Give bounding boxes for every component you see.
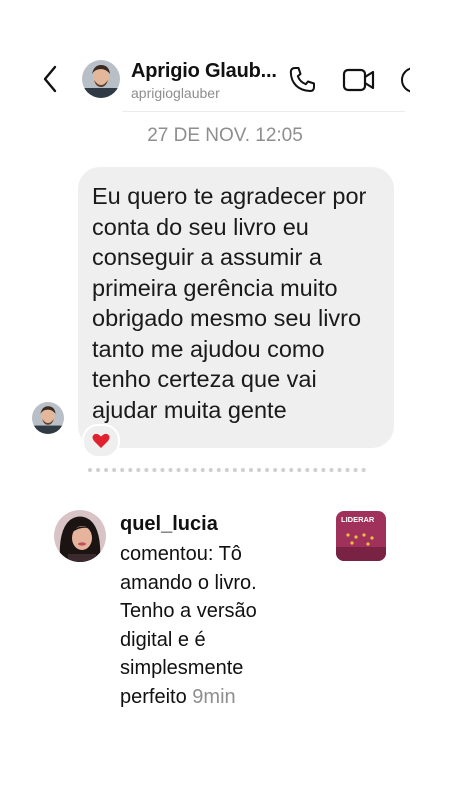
chevron-left-icon — [43, 65, 57, 93]
sender-avatar[interactable] — [32, 402, 64, 434]
info-button[interactable] — [398, 64, 410, 96]
comment-line: Tenho a versão — [120, 600, 257, 622]
shared-comment[interactable]: quel_lucia comentou: Tô amando o livro. … — [0, 505, 450, 725]
contact-avatar[interactable] — [82, 60, 120, 98]
video-call-button[interactable] — [341, 64, 377, 96]
message-line: Eu quero te agradecer por — [92, 183, 367, 209]
message-bubble[interactable]: Eu quero te agradecer por conta do seu l… — [78, 167, 394, 448]
message-line: tenho certeza que vai — [92, 366, 317, 392]
message-line: conseguir a assumir a — [92, 244, 322, 270]
message-line: ajudar muita gente — [92, 396, 287, 423]
comment-line-last: perfeito 9min — [120, 683, 320, 712]
message-line: tanto me ajudou como — [92, 335, 325, 362]
post-thumbnail[interactable]: LIDERAR — [336, 511, 386, 561]
phone-icon — [289, 67, 315, 92]
separator — [88, 468, 366, 472]
back-button[interactable] — [36, 64, 64, 94]
comment-line: amando o livro. — [120, 571, 257, 594]
commenter-avatar[interactable] — [54, 510, 106, 562]
heart-icon — [92, 433, 110, 448]
header-divider — [122, 111, 405, 112]
commenter-username[interactable]: quel_lucia — [120, 513, 218, 536]
info-icon — [401, 67, 410, 93]
comment-line: simplesmente — [120, 657, 244, 679]
comment-text: comentou: Tô amando o livro. Tenho a ver… — [120, 540, 320, 711]
call-button[interactable] — [286, 64, 318, 96]
comment-time: 9min — [192, 685, 236, 708]
video-camera-icon — [342, 68, 375, 92]
message-line: obrigado mesmo seu livro — [92, 305, 362, 331]
contact-username[interactable]: aprigioglauber — [131, 85, 220, 101]
contact-name[interactable]: Aprigio Glaub... — [131, 60, 277, 83]
reaction-badge[interactable] — [82, 424, 120, 458]
comment-line: digital e é — [120, 628, 206, 651]
comment-line: comentou: Tô — [120, 543, 242, 565]
message-line: primeira gerência muito — [92, 274, 338, 301]
chat-header: Aprigio Glaub... aprigioglauber — [0, 0, 450, 112]
message-timestamp: 27 DE NOV. 12:05 — [147, 125, 303, 146]
comment-line: perfeito — [120, 685, 187, 708]
message-line: conta do seu livro eu — [92, 213, 309, 240]
thumbnail-title: LIDERAR — [341, 515, 375, 524]
